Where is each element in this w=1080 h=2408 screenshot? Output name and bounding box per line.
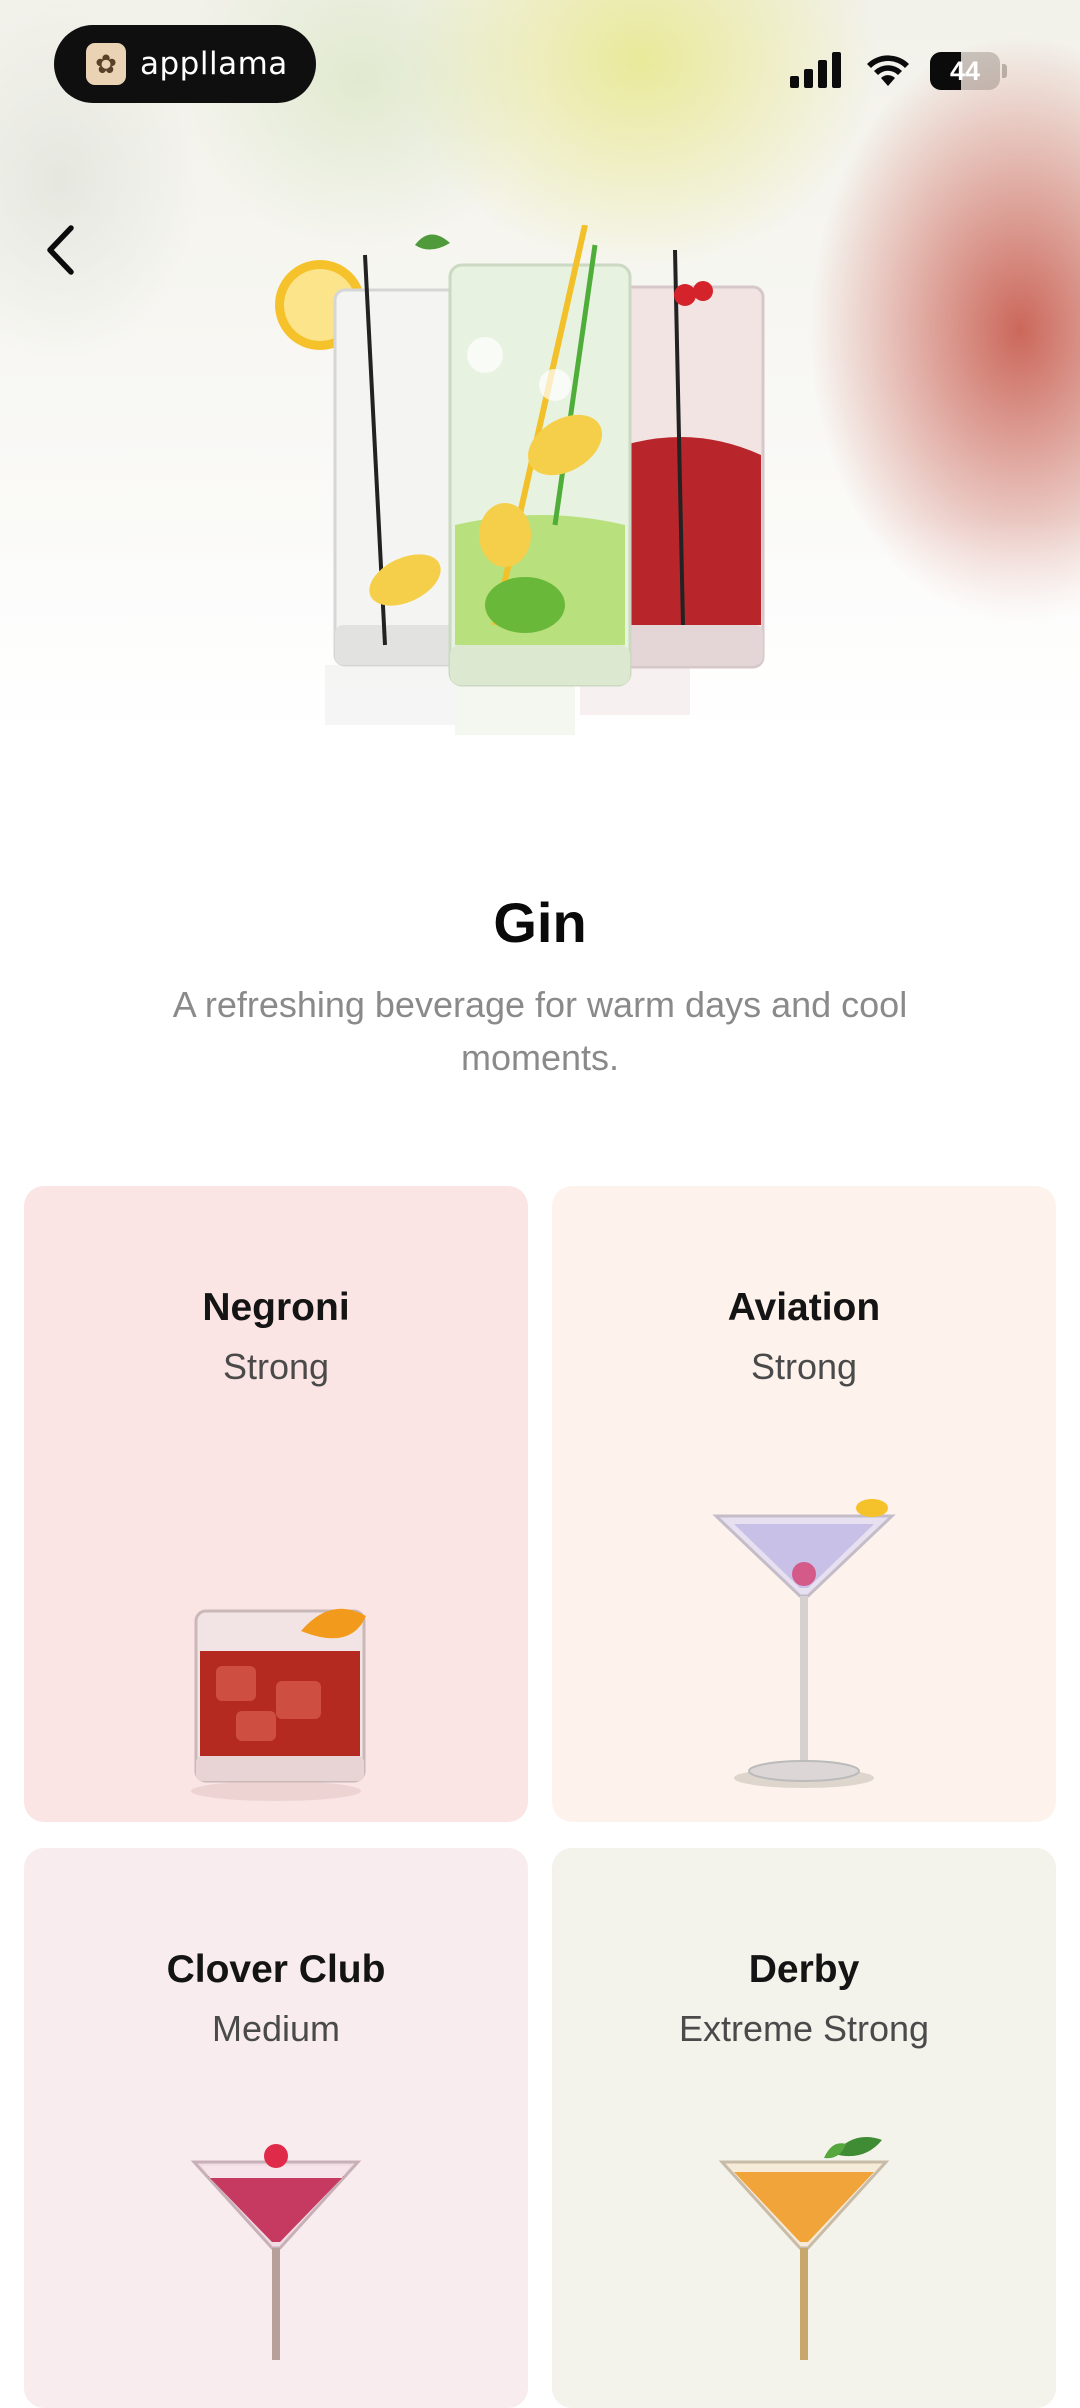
cocktail-name: Derby [748,1948,860,1991]
derby-martini-glass-image [718,2137,890,2360]
app-pill[interactable]: ✿ appllama [54,25,316,103]
cocktail-strength: Extreme Strong [678,2008,930,2049]
cocktail-card-clover-club[interactable]: Clover Club Medium [24,1848,528,2408]
back-button[interactable] [30,212,90,288]
cocktail-strength: Medium [211,2008,341,2049]
battery-icon: 44 [930,52,1007,90]
cocktail-card-negroni[interactable]: Negroni Strong [24,1186,528,1822]
app-name: appllama [140,46,288,82]
llama-logo-icon: ✿ [86,43,126,85]
battery-level: 44 [949,56,981,86]
cellular-signal-icon [790,52,841,88]
aviation-martini-glass-image [712,1499,896,1788]
cocktail-name: Negroni [202,1286,350,1329]
page-title: Gin [493,891,587,954]
cocktail-name: Aviation [727,1286,881,1329]
wifi-icon [867,55,909,86]
clover-club-martini-glass-image [190,2144,362,2360]
cocktail-card-derby[interactable]: Derby Extreme Strong [552,1848,1056,2408]
cocktail-strength: Strong [750,1346,858,1387]
page-subtitle: A refreshing beverage for warm days and … [172,984,908,1078]
cocktail-strength: Strong [222,1346,330,1387]
cocktail-name: Clover Club [166,1948,386,1991]
chevron-left-icon [47,225,74,275]
negroni-rocks-glass-image [191,1608,366,1801]
cocktail-card-aviation[interactable]: Aviation Strong [552,1186,1056,1822]
gin-cocktails-hero-image [275,225,765,735]
